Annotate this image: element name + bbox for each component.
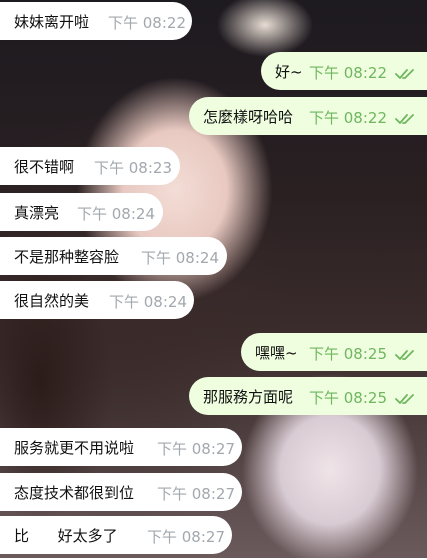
message-text: 态度技术都很到位: [14, 483, 135, 502]
message-text: 很不错啊: [14, 157, 75, 176]
double-check-icon: [395, 350, 414, 360]
message-time: 下午 08:23: [94, 159, 172, 177]
message-time: 下午 08:22: [309, 64, 387, 82]
message-time: 下午 08:24: [141, 249, 219, 267]
message-bubble-incoming[interactable]: 服务就更不用说啦 下午 08:27: [0, 428, 242, 466]
message-text: 妹妹离开啦: [14, 12, 90, 31]
message-time: 下午 08:27: [147, 528, 225, 546]
message-time: 下午 08:24: [77, 205, 155, 223]
message-text: 嘿嘿~: [255, 343, 298, 362]
message-time: 下午 08:22: [309, 109, 387, 127]
message-text: 真漂亮: [14, 203, 60, 222]
message-time: 下午 08:25: [309, 389, 387, 407]
message-time: 下午 08:27: [157, 440, 235, 458]
message-text: 那服務方面呢: [203, 387, 294, 406]
message-bubble-outgoing[interactable]: 嘿嘿~ 下午 08:25: [241, 333, 427, 371]
message-bubble-incoming[interactable]: 很自然的美 下午 08:24: [0, 281, 194, 319]
double-check-icon: [395, 114, 414, 124]
message-bubble-incoming[interactable]: 妹妹离开啦 下午 08:22: [0, 2, 192, 40]
message-bubble-incoming[interactable]: 比 好太多了 下午 08:27: [0, 516, 232, 554]
message-time: 下午 08:27: [157, 485, 235, 503]
message-bubble-incoming[interactable]: 真漂亮 下午 08:24: [0, 193, 163, 231]
message-bubble-outgoing[interactable]: 怎麼樣呀哈哈 下午 08:22: [189, 97, 427, 135]
message-bubble-incoming[interactable]: 很不错啊 下午 08:23: [0, 147, 180, 185]
message-text: 很自然的美: [14, 291, 90, 310]
message-time: 下午 08:22: [108, 14, 186, 32]
message-text: 不是那种整容脸: [14, 247, 120, 266]
double-check-icon: [395, 394, 414, 404]
double-check-icon: [395, 69, 414, 79]
message-text: 比 好太多了: [14, 526, 118, 545]
message-text: 怎麼樣呀哈哈: [203, 107, 294, 126]
message-list[interactable]: 妹妹离开啦 下午 08:22 好~ 下午 08:22 怎麼樣呀哈哈 下午 08:…: [0, 0, 427, 558]
message-time: 下午 08:25: [309, 345, 387, 363]
message-bubble-incoming[interactable]: 不是那种整容脸 下午 08:24: [0, 237, 227, 275]
message-bubble-outgoing[interactable]: 那服務方面呢 下午 08:25: [189, 377, 427, 415]
message-text: 好~: [275, 62, 303, 81]
message-bubble-incoming[interactable]: 态度技术都很到位 下午 08:27: [0, 473, 242, 511]
message-text: 服务就更不用说啦: [14, 438, 135, 457]
message-time: 下午 08:24: [109, 293, 187, 311]
message-bubble-outgoing[interactable]: 好~ 下午 08:22: [261, 52, 427, 90]
